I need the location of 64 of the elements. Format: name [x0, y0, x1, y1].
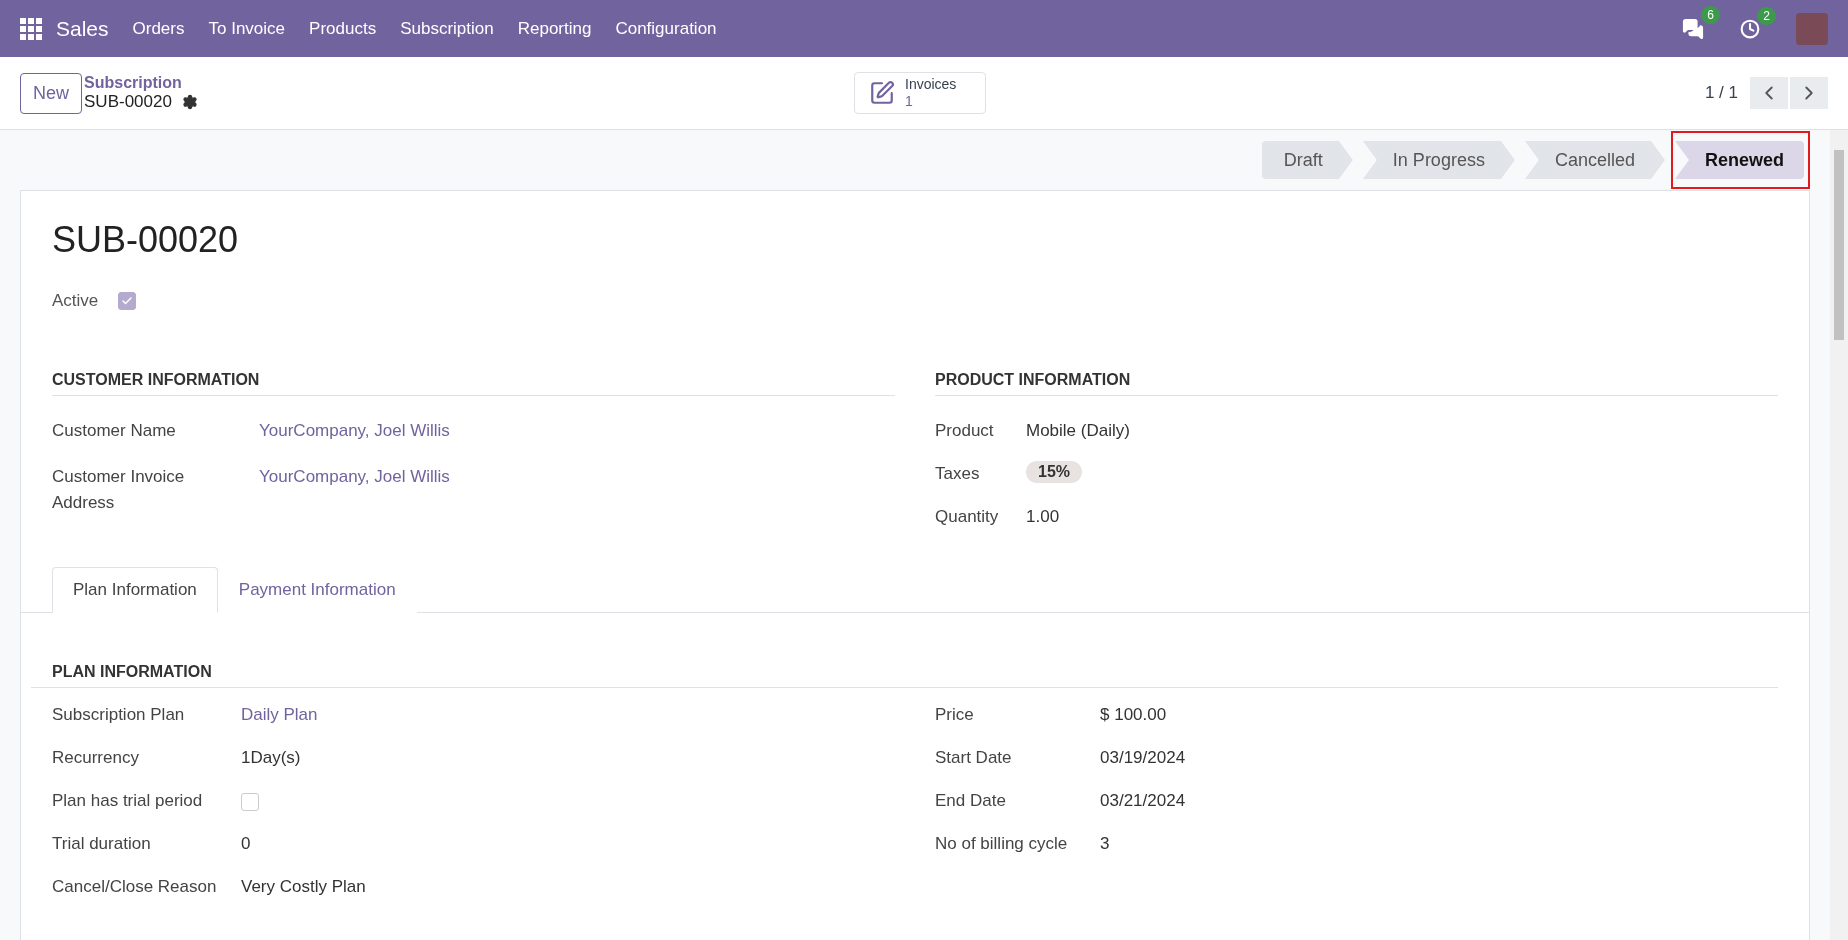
field-label: End Date — [935, 790, 1007, 812]
field-link[interactable]: YourCompany, Joel Willis — [259, 418, 895, 444]
field-label: Start Date — [935, 747, 1013, 769]
menu-item[interactable]: Orders — [132, 18, 185, 39]
menu-item[interactable]: Reporting — [517, 18, 592, 39]
apps-grid-icon[interactable] — [20, 17, 42, 40]
menu-item[interactable]: Products — [309, 18, 377, 39]
status-stage[interactable]: In Progress — [1362, 141, 1515, 179]
previous-button[interactable] — [1750, 77, 1788, 109]
section-title: PRODUCT INFORMATION — [935, 371, 1778, 396]
new-button[interactable]: New — [20, 72, 82, 114]
field-label: Customer Invoice Address — [52, 466, 186, 514]
field-label: Price — [935, 704, 975, 726]
count-badge: 2 — [1757, 6, 1776, 25]
field-label: Quantity — [935, 506, 1000, 528]
chat-icon[interactable] — [1682, 17, 1704, 40]
field-label: Cancel/Close Reason — [52, 876, 218, 898]
next-button[interactable] — [1790, 77, 1828, 109]
app-name[interactable]: Sales — [56, 16, 109, 41]
form-tab[interactable]: Plan Information — [52, 567, 218, 613]
field-label: Plan has trial period — [52, 790, 204, 812]
status-stage[interactable]: Cancelled — [1524, 141, 1665, 179]
field-value: 3 — [1100, 833, 1111, 855]
field-value: $ 100.00 — [1100, 704, 1168, 726]
field-value: Very Costly Plan — [241, 876, 367, 898]
section-title: CUSTOMER INFORMATION — [52, 371, 895, 396]
checkbox[interactable] — [118, 292, 137, 310]
menu-item[interactable]: Subscription — [400, 18, 494, 39]
field-value: 03/19/2024 — [1100, 747, 1187, 769]
field-label: Taxes — [935, 463, 981, 485]
clock-icon[interactable] — [1740, 18, 1760, 39]
tax-tag: 15% — [1026, 461, 1083, 483]
field-label: Recurrency — [52, 747, 140, 769]
field-value: 1Day(s) — [241, 747, 302, 769]
count-badge: 6 — [1701, 5, 1720, 24]
field-label: Subscription Plan — [52, 704, 186, 726]
checkbox[interactable] — [241, 793, 259, 811]
record-name: SUB-00020 — [84, 92, 172, 112]
breadcrumb-link[interactable]: Subscription — [84, 74, 854, 92]
invoices-smart-button[interactable]: Invoices 1 — [854, 72, 986, 114]
menu-item[interactable]: To Invoice — [208, 18, 286, 39]
scrollbar[interactable] — [1830, 130, 1848, 940]
smart-button-label: Invoices — [905, 76, 957, 93]
field-link[interactable]: Daily Plan — [241, 702, 895, 728]
field-value: 0 — [241, 833, 252, 855]
pager-text: 1 / 1 — [1704, 83, 1738, 103]
record-title: SUB-00020 — [52, 219, 240, 261]
edit-icon — [869, 80, 895, 106]
field-label: Customer Name — [52, 420, 177, 442]
status-stage[interactable]: Renewed — [1674, 141, 1804, 179]
status-stage[interactable]: Draft — [1261, 141, 1353, 179]
field-label: Active — [52, 291, 99, 311]
settings-icon[interactable] — [181, 94, 198, 110]
menu-item[interactable]: Configuration — [615, 18, 717, 39]
field-value: 1.00 — [1026, 506, 1061, 528]
check-icon — [121, 295, 134, 307]
field-value: 03/21/2024 — [1100, 790, 1187, 812]
field-link[interactable]: YourCompany, Joel Willis — [259, 464, 895, 490]
field-label: Product — [935, 420, 995, 442]
smart-button-count: 1 — [905, 93, 914, 110]
field-label: No of billing cycle — [935, 833, 1069, 855]
field-label: Trial duration — [52, 833, 152, 855]
field-value: Mobile (Daily) — [1026, 420, 1131, 442]
section-title: PLAN INFORMATION — [31, 663, 1778, 688]
